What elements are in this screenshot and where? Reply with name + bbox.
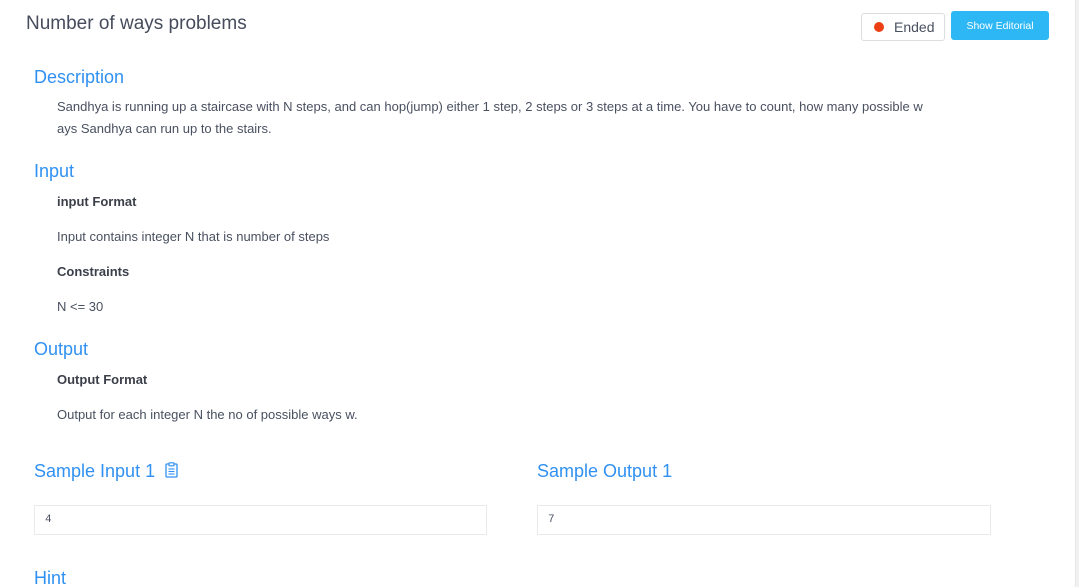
input-format-label: input Format — [57, 194, 137, 209]
sample-output-heading: Sample Output 1 — [537, 461, 673, 481]
sample-input-box[interactable]: 4 — [34, 505, 487, 535]
description-line-2: ays Sandhya can run up to the stairs. — [57, 121, 272, 136]
output-heading: Output — [34, 339, 89, 359]
scrollbar[interactable] — [1075, 0, 1079, 587]
output-format-text: Output for each integer N the no of poss… — [57, 407, 358, 422]
hint-heading: Hint — [34, 568, 67, 587]
status-badge: Ended — [861, 13, 945, 41]
sample-output-box[interactable]: 7 — [537, 505, 991, 535]
show-editorial-button[interactable]: Show Editorial — [951, 11, 1049, 40]
output-format-label: Output Format — [57, 372, 148, 387]
description-text: Sandhya is running up a staircase with N… — [57, 96, 1027, 140]
description-line-1: Sandhya is running up a staircase with N… — [57, 99, 923, 114]
sample-input-heading: Sample Input 1 — [34, 461, 178, 483]
problem-page: Number of ways problems Ended Show Edito… — [0, 0, 1079, 587]
sample-input-heading-label: Sample Input 1 — [34, 461, 156, 481]
input-heading: Input — [34, 161, 75, 181]
description-heading: Description — [34, 67, 125, 87]
status-label: Ended — [894, 19, 935, 35]
constraints-text: N <= 30 — [57, 299, 104, 314]
problem-title: Number of ways problems — [26, 13, 247, 34]
constraints-label: Constraints — [57, 264, 130, 279]
status-dot-icon — [874, 22, 884, 32]
clipboard-icon[interactable] — [165, 461, 178, 483]
input-format-text: Input contains integer N that is number … — [57, 229, 330, 244]
